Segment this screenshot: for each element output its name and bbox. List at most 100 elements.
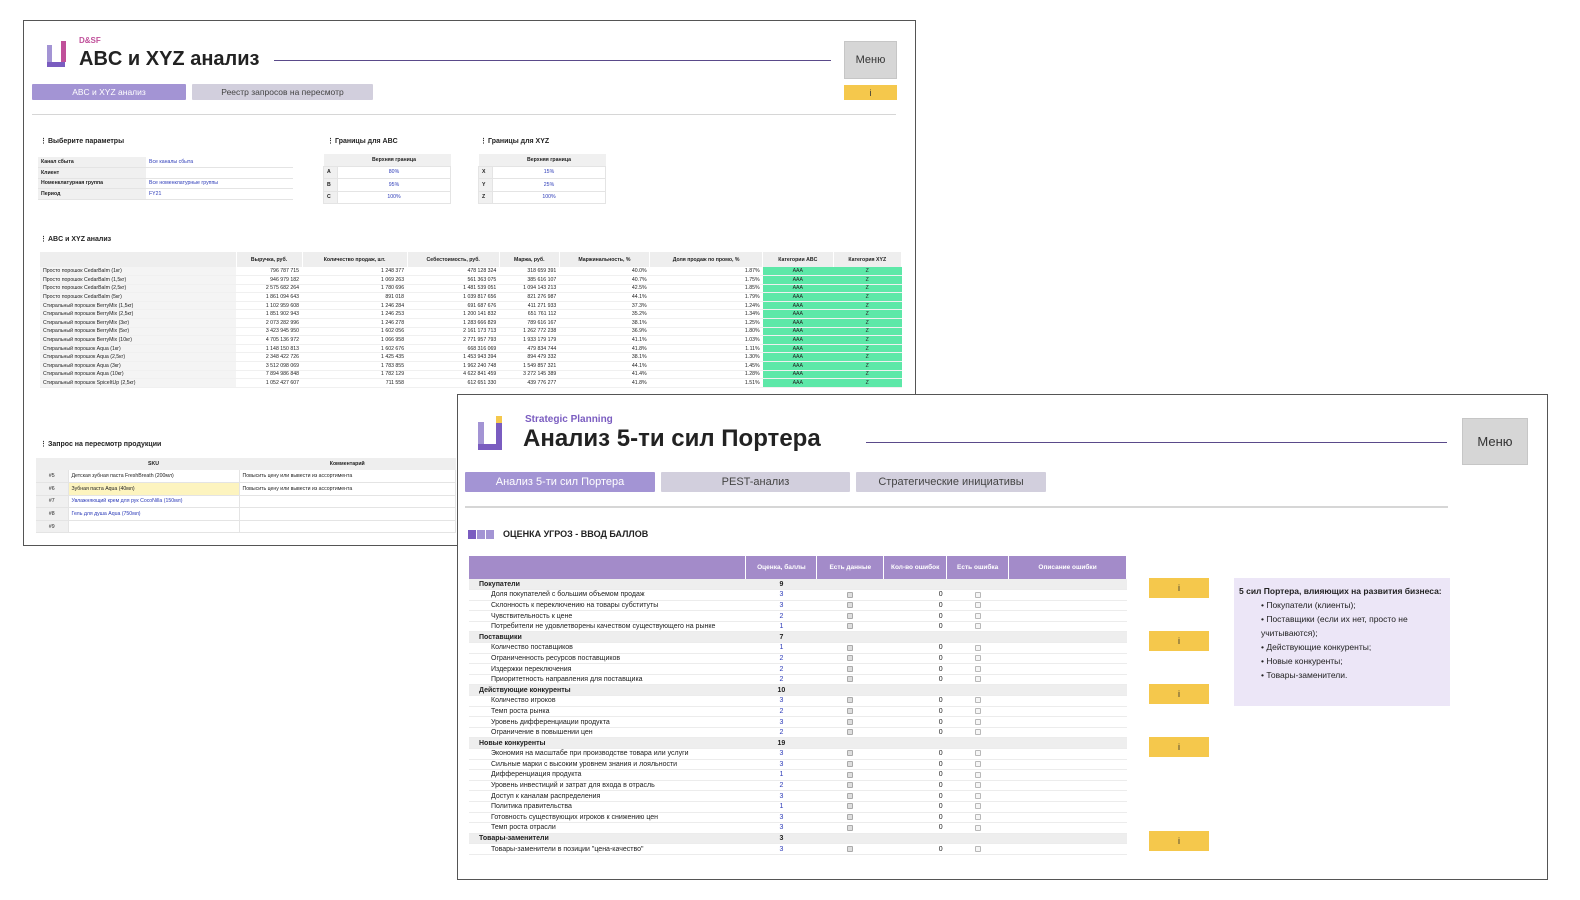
checkbox-icon[interactable] (847, 697, 854, 704)
checkbox-icon[interactable] (847, 676, 854, 683)
info-button-new-competitors[interactable]: i (1149, 737, 1209, 757)
checkbox-icon[interactable] (974, 644, 981, 651)
checkbox-icon[interactable] (974, 845, 981, 852)
bound-y[interactable]: 25% (492, 178, 606, 192)
checkbox-icon[interactable] (847, 602, 854, 609)
bound-c[interactable]: 100% (337, 190, 451, 205)
comment-cell[interactable]: Повысить цену или вывести из ассортимент… (239, 482, 456, 496)
score-input[interactable]: 2 (745, 674, 817, 686)
sku-cell[interactable]: Гель для душа Aqua (750мл) (68, 507, 240, 521)
score-input[interactable]: 2 (745, 727, 817, 739)
bound-b[interactable]: 95% (337, 178, 451, 192)
info-button-substitutes[interactable]: i (1149, 831, 1209, 851)
checkbox-icon[interactable] (847, 665, 854, 672)
score-input[interactable]: 3 (745, 716, 817, 728)
score-input[interactable]: 3 (745, 759, 817, 771)
menu-button[interactable]: Меню (1462, 418, 1528, 465)
checkbox-icon[interactable] (847, 612, 854, 619)
checkbox-icon[interactable] (974, 771, 981, 778)
checkbox-icon[interactable] (847, 729, 854, 736)
checkbox-icon[interactable] (974, 623, 981, 630)
checkbox-icon[interactable] (847, 845, 854, 852)
checkbox-icon[interactable] (974, 718, 981, 725)
checkbox-icon[interactable] (847, 761, 854, 768)
checkbox-icon[interactable] (847, 708, 854, 715)
score-input[interactable]: 1 (745, 621, 817, 633)
checkbox-icon[interactable] (974, 792, 981, 799)
info-button-suppliers[interactable]: i (1149, 631, 1209, 651)
checkbox-icon[interactable] (974, 665, 981, 672)
info-button-buyers[interactable]: i (1149, 578, 1209, 598)
checkbox-icon[interactable] (974, 602, 981, 609)
has-data-cell (816, 822, 884, 834)
checkbox-icon[interactable] (974, 708, 981, 715)
checkbox-icon[interactable] (974, 591, 981, 598)
checkbox-icon[interactable] (974, 676, 981, 683)
sku-cell[interactable]: Увлажняющий крем для рук CocoNilla (150м… (68, 495, 240, 509)
checkbox-icon[interactable] (847, 803, 854, 810)
tab-requests[interactable]: Реестр запросов на пересмотр (192, 84, 373, 100)
score-input[interactable]: 2 (745, 780, 817, 792)
info-button-competitors[interactable]: i (1149, 684, 1209, 704)
empty-cell (1008, 579, 1127, 591)
bound-a[interactable]: 80% (337, 165, 451, 180)
checkbox-icon[interactable] (847, 782, 854, 789)
channel-select[interactable]: Все каналы сбыта (146, 157, 293, 169)
separator (32, 114, 896, 115)
checkbox-icon[interactable] (847, 771, 854, 778)
score-input[interactable]: 3 (745, 600, 817, 612)
checkbox-icon[interactable] (847, 644, 854, 651)
score-input[interactable]: 3 (745, 695, 817, 707)
client-select[interactable] (146, 167, 293, 179)
checkbox-icon[interactable] (974, 655, 981, 662)
checkbox-icon[interactable] (974, 612, 981, 619)
tab-abc-xyz[interactable]: ABC и XYZ анализ (32, 84, 186, 100)
tab-initiatives[interactable]: Стратегические инициативы (856, 472, 1046, 492)
checkbox-icon[interactable] (847, 814, 854, 821)
checkbox-icon[interactable] (974, 697, 981, 704)
score-input[interactable]: 3 (745, 822, 817, 834)
period-select[interactable]: FY21 (146, 188, 293, 200)
bound-z[interactable]: 100% (492, 190, 606, 205)
checkbox-icon[interactable] (974, 782, 981, 789)
comment-cell[interactable]: Повысить цену или вывести из ассортимент… (239, 470, 456, 484)
checkbox-icon[interactable] (847, 718, 854, 725)
score-input[interactable]: 3 (745, 790, 817, 802)
score-input[interactable]: 2 (745, 653, 817, 665)
comment-cell[interactable] (239, 507, 456, 521)
info-button[interactable]: i (844, 85, 897, 100)
sku-cell[interactable] (68, 520, 240, 534)
sku-cell[interactable]: Детская зубная паста FreshBreath (200мл) (68, 470, 240, 484)
checkbox-icon[interactable] (974, 824, 981, 831)
score-input[interactable]: 1 (745, 801, 817, 813)
checkbox-icon[interactable] (847, 824, 854, 831)
checkbox-icon[interactable] (974, 803, 981, 810)
tab-porter[interactable]: Анализ 5-ти сил Портера (465, 472, 655, 492)
checkbox-icon[interactable] (847, 750, 854, 757)
score-input[interactable]: 3 (745, 589, 817, 601)
score-input[interactable]: 3 (745, 843, 817, 855)
comment-cell[interactable] (239, 495, 456, 509)
score-input[interactable]: 3 (745, 812, 817, 824)
checkbox-icon[interactable] (974, 729, 981, 736)
checkbox-icon[interactable] (974, 814, 981, 821)
score-input[interactable]: 1 (745, 769, 817, 781)
checkbox-icon[interactable] (974, 750, 981, 757)
checkbox-icon[interactable] (847, 623, 854, 630)
checkbox-icon[interactable] (974, 761, 981, 768)
score-input[interactable]: 1 (745, 642, 817, 654)
checkbox-icon[interactable] (847, 792, 854, 799)
score-input[interactable]: 2 (745, 706, 817, 718)
column-header: Маржинальность, % (559, 252, 651, 267)
group-select[interactable]: Все номенклатурные группы (146, 178, 293, 190)
score-input[interactable]: 3 (745, 748, 817, 760)
bound-x[interactable]: 15% (492, 165, 606, 180)
score-input[interactable]: 2 (745, 663, 817, 675)
score-input[interactable]: 2 (745, 610, 817, 622)
checkbox-icon[interactable] (847, 591, 854, 598)
checkbox-icon[interactable] (847, 655, 854, 662)
menu-button[interactable]: Меню (844, 41, 897, 79)
comment-cell[interactable] (239, 520, 456, 534)
sku-cell[interactable]: Зубная паста Aqua (40мл) (68, 482, 240, 496)
tab-pest[interactable]: PEST-анализ (661, 472, 850, 492)
